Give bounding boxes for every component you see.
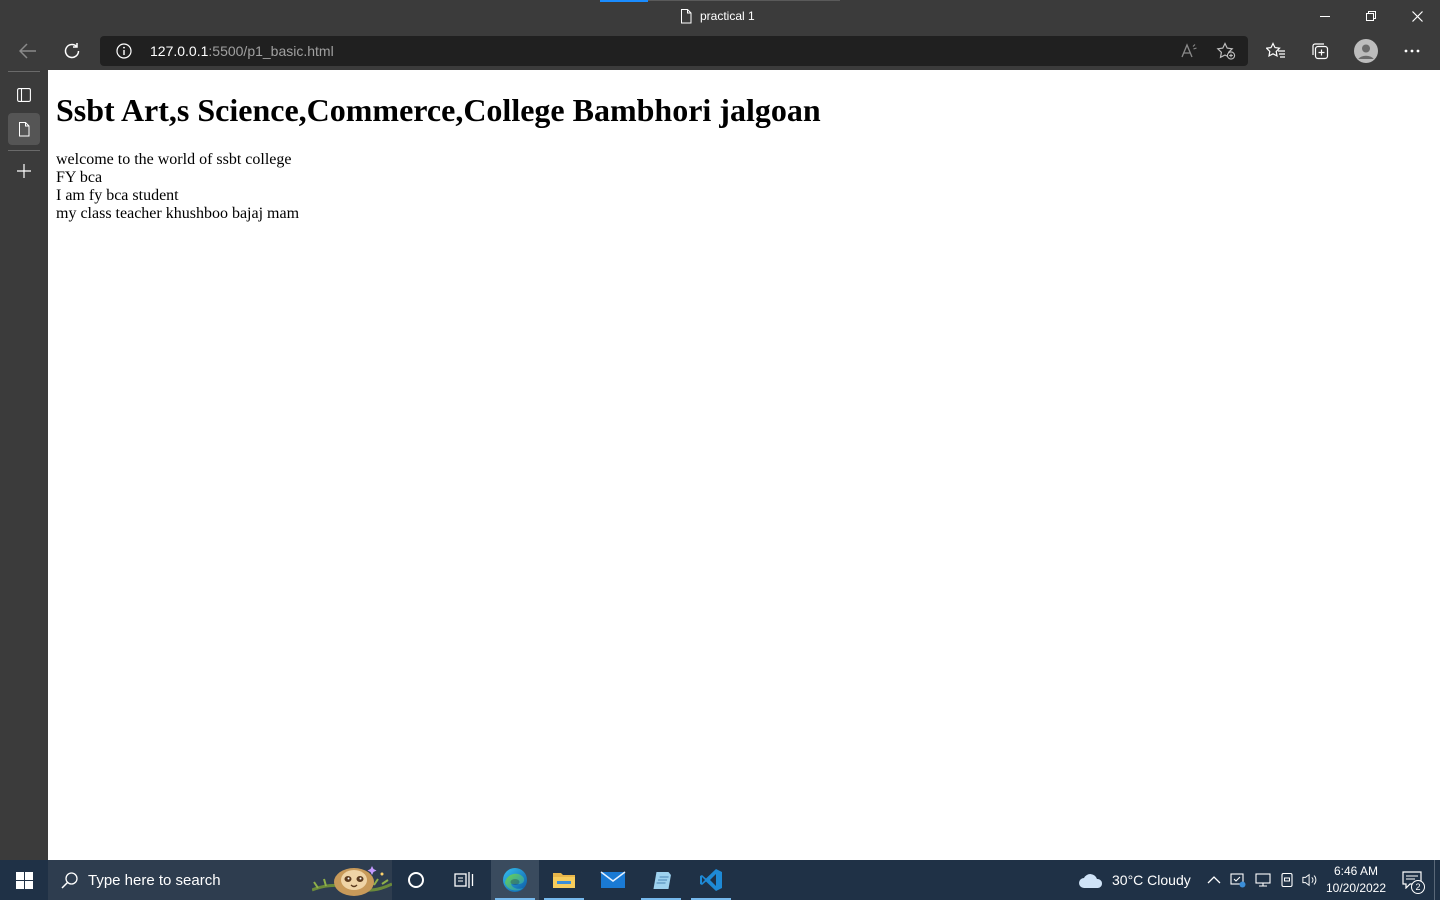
read-aloud-icon[interactable] (1180, 42, 1198, 65)
more-icon (1404, 49, 1420, 53)
network-icon[interactable] (1255, 872, 1271, 888)
tab-strip-line (648, 0, 840, 1)
sidebar-divider (8, 150, 40, 151)
favorites-icon (1266, 42, 1285, 58)
favorites-button[interactable] (1260, 35, 1292, 67)
text-line: welcome to the world of ssbt college (56, 151, 292, 168)
collections-icon (1312, 43, 1329, 60)
volume-icon[interactable] (1302, 872, 1318, 888)
folder-icon (553, 873, 575, 888)
title-bar: practical 1 (0, 0, 1440, 32)
url-host: 127.0.0.1 (150, 43, 209, 59)
tab-actions-button[interactable] (8, 79, 40, 111)
url-path: :5500/p1_basic.html (208, 43, 334, 59)
clock-time: 6:46 AM (1333, 864, 1379, 878)
cortana-icon (408, 872, 424, 888)
url-text[interactable]: 127.0.0.1:5500/p1_basic.html (150, 43, 334, 59)
minimize-icon (1320, 16, 1330, 17)
taskbar-mail[interactable] (589, 860, 637, 900)
window-title: practical 1 (680, 7, 755, 25)
taskbar-file-explorer[interactable] (540, 860, 588, 900)
site-info-icon[interactable] (116, 43, 132, 64)
taskbar: Type here to search 30°C Cloudy 6:46 AM … (0, 860, 1440, 900)
page-heading: Ssbt Art,s Science,Commerce,College Bamb… (56, 92, 821, 128)
back-button[interactable] (12, 35, 44, 67)
notification-count-badge: 2 (1411, 880, 1425, 894)
task-view-button[interactable] (440, 860, 488, 900)
more-button[interactable] (1396, 35, 1428, 67)
new-tab-button[interactable] (8, 155, 40, 187)
window-title-text: practical 1 (700, 9, 755, 23)
new-tab-icon (17, 164, 31, 178)
restore-icon (1366, 11, 1376, 21)
document-icon (680, 8, 692, 24)
back-icon (19, 43, 36, 59)
refresh-button[interactable] (56, 35, 88, 67)
add-favorite-icon[interactable] (1216, 42, 1236, 65)
address-bar[interactable]: 127.0.0.1:5500/p1_basic.html (100, 36, 1248, 66)
text-line: I am fy bca student (56, 187, 179, 204)
edge-icon (503, 868, 527, 892)
weather-text: 30°C Cloudy (1112, 872, 1191, 888)
page-tab-icon (19, 121, 30, 136)
profile-button[interactable] (1350, 35, 1382, 67)
browser-toolbar: 127.0.0.1:5500/p1_basic.html (0, 32, 1440, 70)
notifications-button[interactable]: 2 (1394, 860, 1430, 900)
taskbar-notepad[interactable] (637, 860, 685, 900)
restore-button[interactable] (1348, 0, 1394, 32)
taskbar-edge[interactable] (491, 860, 539, 900)
windows-icon (15, 871, 33, 889)
tab-strip-indicator (600, 0, 648, 2)
page-text: welcome to the world of ssbt college FY … (56, 151, 299, 223)
notepad-icon (653, 872, 671, 889)
taskbar-search-box[interactable]: Type here to search (48, 860, 393, 900)
vertical-tabs-sidebar (0, 70, 48, 860)
security-tray-icon[interactable] (1230, 872, 1246, 888)
start-button[interactable] (0, 860, 48, 900)
sidebar-tab-practical-1[interactable] (8, 113, 40, 145)
page-viewport: Ssbt Art,s Science,Commerce,College Bamb… (48, 70, 1440, 860)
mail-icon (600, 871, 626, 888)
sidebar-divider (8, 71, 40, 72)
search-placeholder: Type here to search (88, 872, 221, 889)
show-hidden-icons-chevron-up-icon[interactable] (1206, 872, 1222, 888)
taskbar-vscode[interactable] (687, 860, 735, 900)
cortana-button[interactable] (392, 860, 440, 900)
minimize-button[interactable] (1302, 0, 1348, 32)
refresh-icon (64, 43, 80, 59)
text-line: my class teacher khushboo bajaj mam (56, 205, 300, 222)
weather-widget[interactable]: 30°C Cloudy (1078, 860, 1191, 900)
search-icon (61, 871, 79, 894)
profile-icon (1354, 39, 1378, 63)
system-clock[interactable]: 6:46 AM 10/20/2022 (1322, 863, 1390, 897)
show-desktop-button[interactable] (1434, 860, 1440, 900)
text-line: FY bca (56, 169, 103, 186)
task-view-icon (454, 872, 474, 888)
clock-date: 10/20/2022 (1325, 881, 1387, 895)
search-highlight-illustration (311, 860, 393, 900)
battery-device-icon[interactable] (1279, 872, 1295, 888)
vscode-icon (700, 869, 722, 891)
close-button[interactable] (1394, 0, 1440, 32)
cloud-icon (1079, 874, 1103, 888)
collections-button[interactable] (1304, 35, 1336, 67)
close-icon (1411, 10, 1423, 22)
tab-actions-icon (17, 88, 31, 102)
